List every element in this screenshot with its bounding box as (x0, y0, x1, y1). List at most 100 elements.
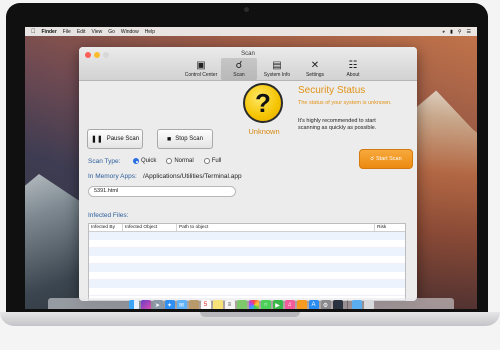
tab-system-info[interactable]: ▤ System Info (259, 58, 295, 80)
menu-view[interactable]: View (91, 29, 102, 35)
pause-icon: ❚❚ (90, 136, 103, 143)
table-row (89, 256, 405, 264)
table-row (89, 280, 405, 288)
contacts-icon[interactable] (188, 300, 199, 309)
scan-type-label: Scan Type: (88, 158, 121, 165)
toolbar: ▣ Control Center ☌ Scan ▤ System Info ✕ … (183, 58, 371, 80)
notes-icon[interactable] (212, 300, 223, 309)
radio-normal-dot[interactable] (166, 158, 173, 164)
status-state: Unknown (248, 127, 280, 136)
tab-about-label: About (346, 72, 360, 78)
infected-files-label: Infected Files: (88, 212, 129, 219)
menu-app-name[interactable]: Finder (42, 29, 57, 35)
column-infected-by[interactable]: Infected By (89, 224, 123, 231)
messages-icon[interactable]: ○ (260, 300, 271, 309)
facetime-icon[interactable]: ▶ (272, 300, 283, 309)
finder-icon[interactable] (128, 300, 139, 309)
status-note: It's highly recommended to start scannin… (298, 118, 377, 131)
column-risk[interactable]: Risk (375, 224, 405, 231)
column-path[interactable]: Path to object (177, 224, 375, 231)
start-scan-button[interactable]: ☌ Start Scan (359, 149, 413, 169)
table-header: Infected By Infected Object Path to obje… (89, 224, 405, 232)
stop-scan-label: Stop Scan (175, 136, 203, 142)
photos-icon[interactable] (248, 300, 259, 309)
radio-quick-label: Quick (141, 158, 157, 164)
menu-edit[interactable]: Edit (77, 29, 86, 35)
memory-apps-label: In Memory Apps: (88, 173, 137, 180)
dock: ➤ ✦ ✉ 5 ≡ ○ ▶ ♫ A ⚙ (48, 298, 454, 309)
table-row (89, 272, 405, 280)
laptop-notch (200, 312, 300, 317)
tab-scan[interactable]: ☌ Scan (221, 58, 257, 80)
radio-normal-label: Normal (174, 158, 194, 164)
laptop-lid:  Finder File Edit View Go Window Help ◕… (6, 3, 488, 315)
radio-full-dot[interactable] (203, 158, 210, 164)
mail-icon[interactable]: ✉ (176, 300, 187, 309)
trash-icon[interactable] (363, 300, 374, 309)
start-scan-icon: ☌ (370, 156, 374, 162)
table-row (89, 264, 405, 272)
start-scan-label: Start Scan (376, 156, 402, 162)
itunes-icon[interactable]: ♫ (284, 300, 295, 309)
radio-normal[interactable]: Normal (166, 158, 194, 164)
scan-content: ❚❚ Pause Scan ■ Stop Scan Scan Type: Qui… (79, 81, 417, 301)
safari-icon[interactable]: ✦ (164, 300, 175, 309)
memory-app-path: /Applications/Utilities/Terminal.app (143, 173, 242, 180)
menu-status-items: ◕ ▮ ⚲ ☰ (442, 29, 477, 35)
pause-scan-label: Pause Scan (106, 136, 140, 142)
window-title: Scan (241, 51, 255, 57)
radio-full-label: Full (211, 158, 222, 164)
pause-scan-button[interactable]: ❚❚ Pause Scan (87, 129, 143, 149)
stop-scan-button[interactable]: ■ Stop Scan (157, 129, 213, 149)
tab-scan-label: Scan (233, 72, 245, 78)
stop-icon: ■ (167, 135, 172, 143)
table-row (89, 288, 405, 296)
reminders-icon[interactable]: ≡ (224, 300, 235, 309)
tab-control-center[interactable]: ▣ Control Center (183, 58, 219, 80)
monitor-icon: ▣ (196, 60, 206, 71)
menu-window[interactable]: Window (121, 29, 139, 35)
downloads-folder-icon[interactable] (351, 300, 362, 309)
column-infected-object[interactable]: Infected Object (123, 224, 177, 231)
launchpad-icon[interactable]: ➤ (152, 300, 163, 309)
magnifier-icon: ☌ (235, 60, 243, 71)
infected-files-table: Infected By Infected Object Path to obje… (88, 223, 406, 301)
notification-icon[interactable]: ☰ (467, 29, 471, 35)
spotlight-icon[interactable]: ⚲ (458, 29, 462, 35)
dock-separator (346, 300, 348, 309)
radio-quick-dot[interactable] (133, 158, 139, 164)
radio-quick[interactable]: Quick (133, 158, 156, 164)
tab-settings[interactable]: ✕ Settings (297, 58, 333, 80)
scan-window: Scan ▣ Control Center ☌ Scan ▤ System In… (79, 47, 417, 301)
tab-settings-label: Settings (305, 72, 325, 78)
table-row (89, 248, 405, 256)
siri-icon[interactable] (140, 300, 151, 309)
tab-about[interactable]: ☷ About (335, 58, 371, 80)
table-row (89, 232, 405, 240)
info-card-icon: ▤ (272, 60, 282, 71)
status-subtitle: The status of your system is unknown. (298, 100, 392, 106)
apple-icon[interactable]:  (31, 29, 36, 35)
calendar-icon[interactable]: 5 (200, 300, 211, 309)
tab-system-info-label: System Info (263, 72, 291, 78)
menu-go[interactable]: Go (108, 29, 115, 35)
menu-file[interactable]: File (63, 29, 71, 35)
ibooks-icon[interactable] (296, 300, 307, 309)
scanner-app-icon[interactable] (332, 300, 343, 309)
desktop-screen:  Finder File Edit View Go Window Help ◕… (25, 27, 477, 309)
system-preferences-icon[interactable]: ⚙ (320, 300, 331, 309)
document-icon: ☷ (348, 60, 358, 71)
question-mark-icon: ? (243, 83, 283, 123)
camera (244, 7, 249, 12)
menu-bar:  Finder File Edit View Go Window Help ◕… (25, 27, 477, 36)
menu-help[interactable]: Help (145, 29, 155, 35)
radio-full[interactable]: Full (203, 158, 222, 164)
app-store-icon[interactable]: A (308, 300, 319, 309)
wifi-icon[interactable]: ◕ (442, 29, 445, 35)
maps-icon[interactable] (236, 300, 247, 309)
battery-icon[interactable]: ▮ (450, 29, 453, 35)
status-title: Security Status (298, 85, 366, 96)
scan-type-group: Quick Normal Full (133, 158, 221, 164)
table-row (89, 240, 405, 248)
current-file-field: 5391.html (88, 186, 236, 197)
